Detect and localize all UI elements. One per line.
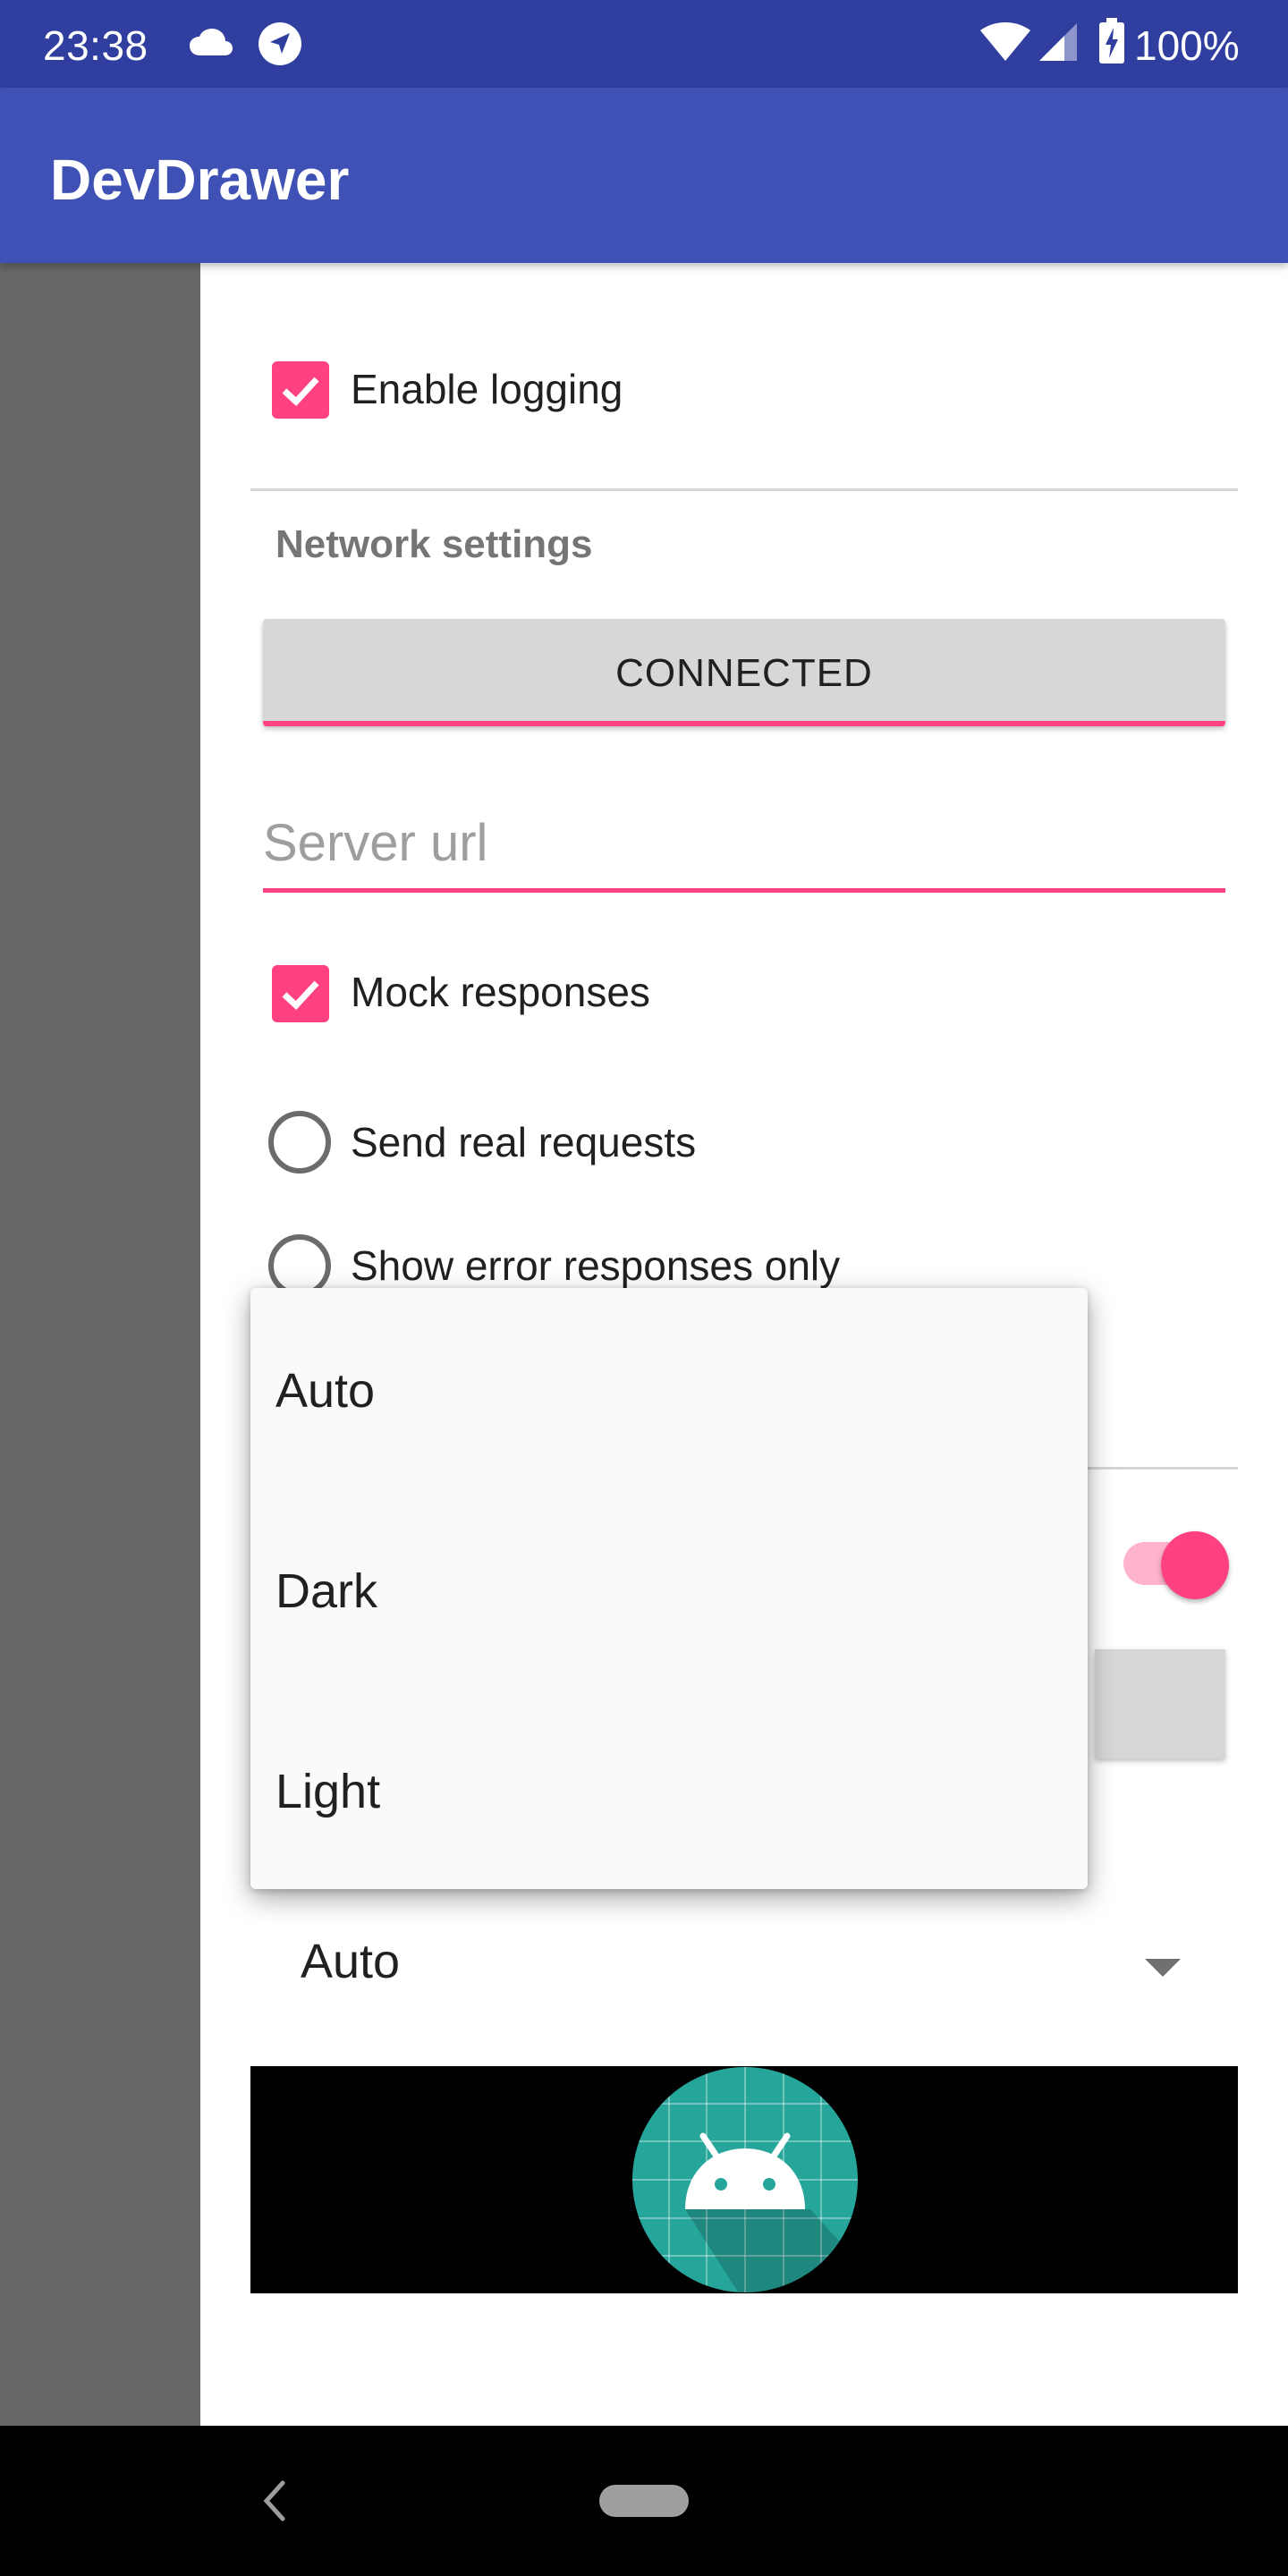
connected-button-label: CONNECTED <box>615 651 873 695</box>
dropdown-option-light[interactable]: Light <box>250 1689 1088 1889</box>
cloud-icon <box>188 27 234 62</box>
network-settings-title: Network settings <box>275 522 593 566</box>
show-error-responses-label: Show error responses only <box>351 1242 841 1289</box>
system-navigation-bar <box>0 2426 1288 2576</box>
enable-logging-checkbox[interactable] <box>272 361 329 419</box>
connected-button[interactable]: CONNECTED <box>263 619 1225 726</box>
theme-dropdown-menu: Auto Dark Light <box>250 1288 1088 1889</box>
send-real-requests-radio[interactable] <box>268 1111 331 1174</box>
signal-icon <box>1038 21 1079 67</box>
enable-logging-label: Enable logging <box>351 366 623 412</box>
mock-responses-checkbox[interactable] <box>272 965 329 1022</box>
app-bar: DevDrawer <box>0 88 1288 263</box>
dropdown-option-dark[interactable]: Dark <box>250 1488 1088 1689</box>
theme-spinner-value[interactable]: Auto <box>301 1934 400 1989</box>
navigation-icon <box>256 20 304 72</box>
dropdown-option-label: Light <box>275 1765 381 1818</box>
android-banner <box>250 2066 1238 2293</box>
app-title: DevDrawer <box>50 148 350 212</box>
mock-responses-label: Mock responses <box>351 969 650 1015</box>
status-time: 23:38 <box>43 22 148 69</box>
battery-charging-icon <box>1098 18 1125 69</box>
dropdown-option-auto[interactable]: Auto <box>250 1288 1088 1488</box>
back-icon[interactable] <box>258 2476 290 2530</box>
home-pill-button[interactable] <box>599 2485 689 2517</box>
dropdown-arrow-icon[interactable] <box>1145 1959 1181 1977</box>
battery-percentage: 100% <box>1134 22 1240 69</box>
action-button[interactable] <box>1095 1649 1225 1758</box>
status-bar: 23:38 100% <box>0 0 1288 88</box>
wifi-icon <box>979 21 1032 67</box>
server-url-field[interactable] <box>263 800 1225 893</box>
send-real-requests-label: Send real requests <box>351 1119 697 1165</box>
android-logo-icon <box>632 2067 858 2292</box>
dropdown-option-label: Auto <box>275 1364 376 1418</box>
dropdown-option-label: Dark <box>275 1564 378 1618</box>
server-url-input[interactable] <box>263 800 1225 886</box>
toggle-switch-thumb[interactable] <box>1161 1531 1229 1599</box>
divider <box>250 488 1238 491</box>
drawer-scrim[interactable] <box>0 263 200 2426</box>
